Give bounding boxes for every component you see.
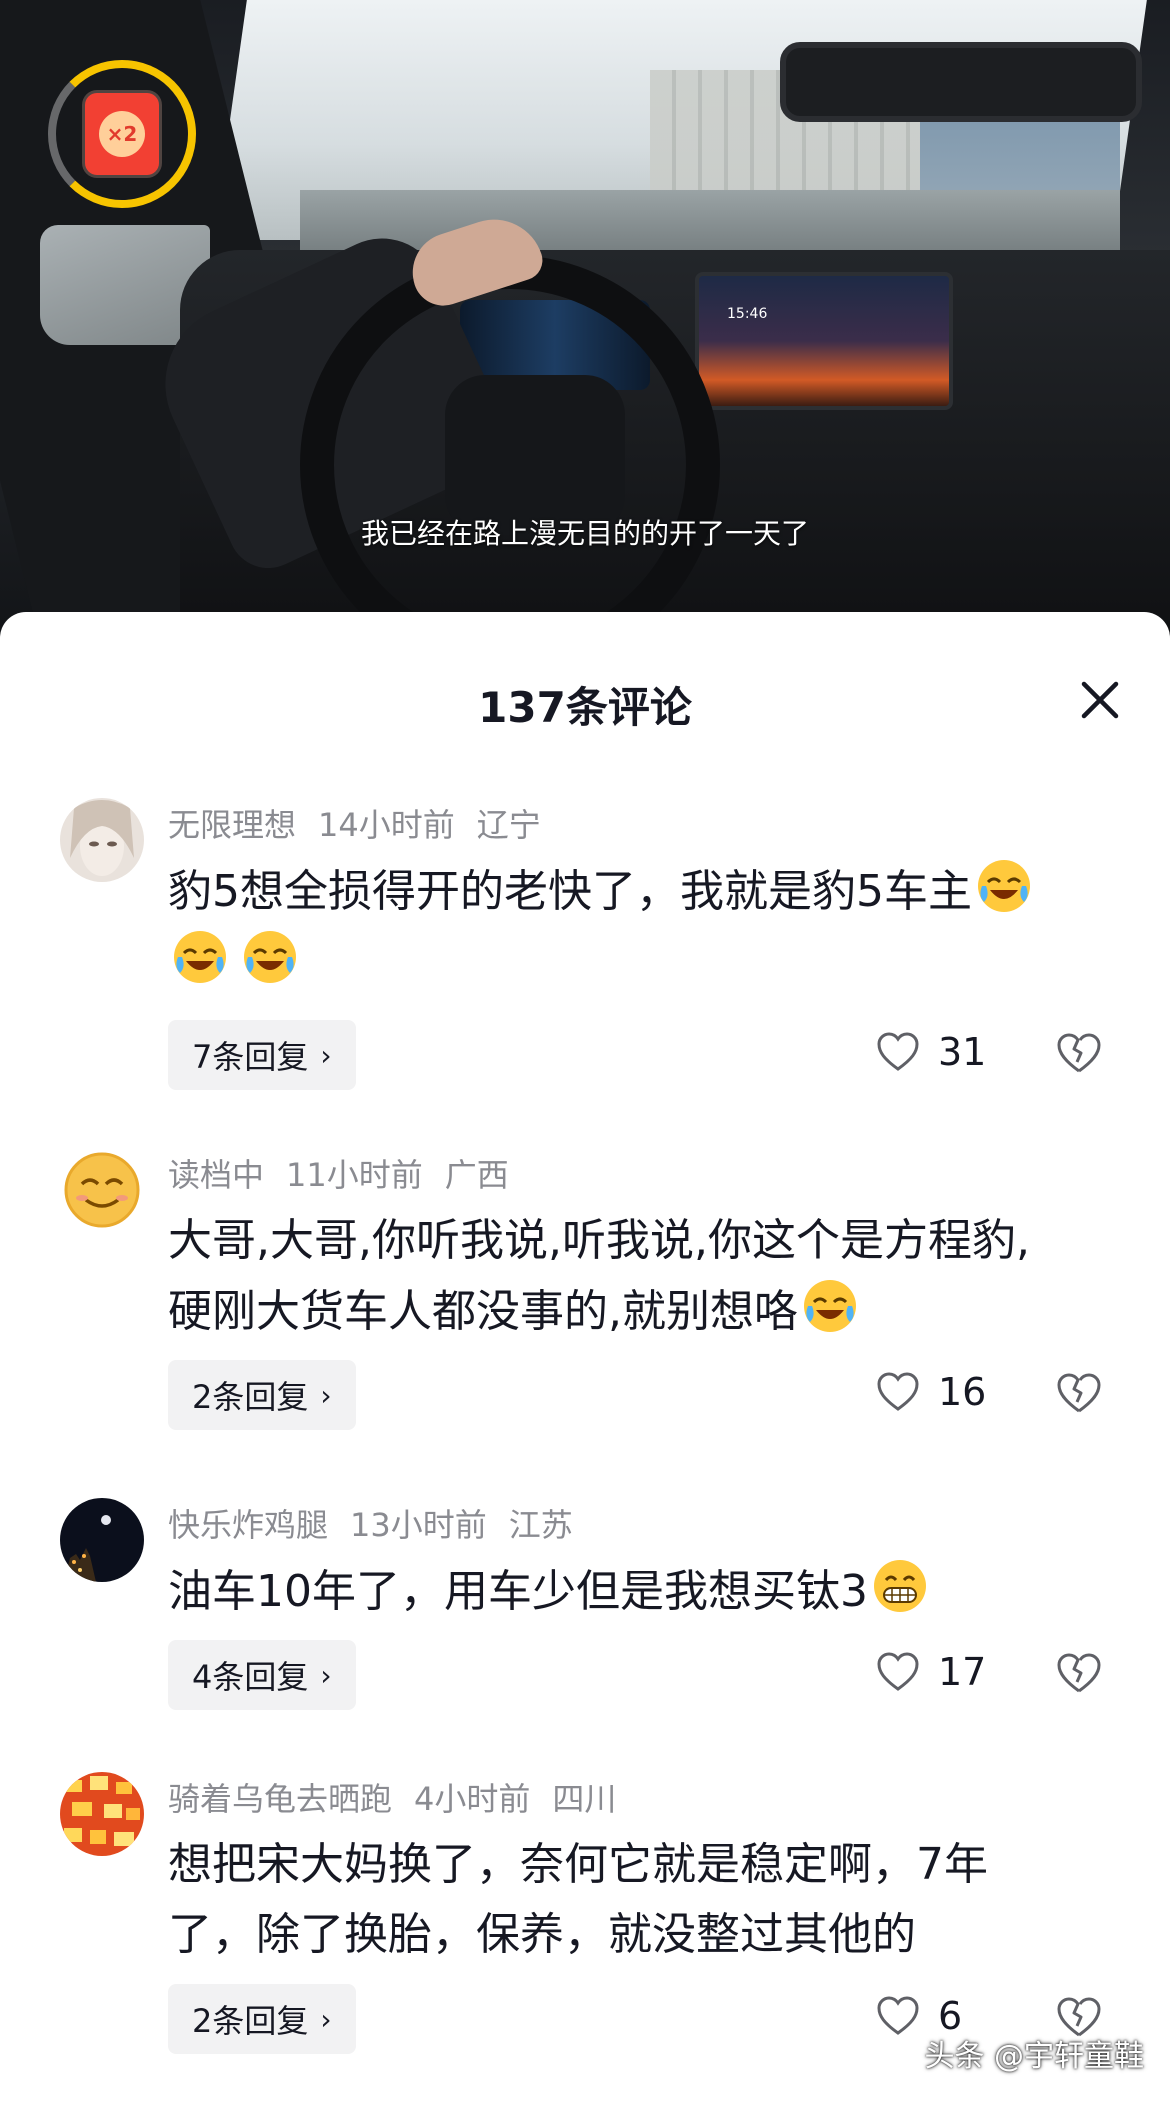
comment-text: 想把宋大妈换了，奈何它就是稳定啊，7年 了，除了换胎，保养，就没整过其他的 (168, 1839, 988, 1960)
comment-meta: 读档中 11小时前 广西 (168, 1150, 531, 1196)
comment-username[interactable]: 无限理想 (168, 806, 296, 844)
video-player[interactable]: 15:46 我已经在路上漫无目的的开了一天了 ×2 (0, 0, 1170, 640)
comment-time: 4小时前 (414, 1780, 531, 1818)
view-replies-button[interactable]: 7条回复 › (168, 1020, 356, 1090)
like-count: 17 (938, 1650, 987, 1694)
video-subtitle: 我已经在路上漫无目的的开了一天了 (360, 517, 809, 550)
infotainment-screen: 15:46 (695, 272, 953, 410)
chevron-right-icon: › (320, 2002, 332, 2036)
comment-count-title: 137条评论 (478, 683, 692, 732)
view-replies-button[interactable]: 2条回复 › (168, 1360, 356, 1430)
comment-text: 大哥,大哥,你听我说,听我说,你这个是方程豹, 硬刚大货车人都没事的,就别想咯 (168, 1215, 1030, 1337)
avatar[interactable] (60, 1148, 144, 1232)
close-icon (1081, 681, 1119, 719)
avatar[interactable] (60, 1498, 144, 1582)
chevron-right-icon: › (320, 1378, 332, 1412)
broken-heart-icon (1057, 1653, 1101, 1693)
screen-clock: 15:46 (727, 306, 768, 322)
close-button[interactable] (1070, 670, 1130, 730)
comment-sheet: 137条评论 无限理想 14小时前辽宁 豹5想全损得开的老快了，我就是豹5车主 (0, 612, 1170, 2105)
broken-heart-icon (1057, 1373, 1101, 1413)
avatar[interactable] (60, 1772, 144, 1856)
comment-meta: 快乐炸鸡腿 13小时前 江苏 (168, 1500, 595, 1546)
comment-username[interactable]: 骑着乌龟去晒跑 (168, 1780, 392, 1818)
comment-sheet-header: 137条评论 (0, 612, 1170, 782)
grinning-emoji-icon (873, 1560, 926, 1612)
rearview-mirror (780, 42, 1142, 122)
chevron-right-icon: › (320, 1658, 332, 1692)
comment-time: 11小时前 (286, 1156, 423, 1194)
comment-location: 广西 (444, 1156, 509, 1194)
comment-location: 辽宁 (476, 806, 541, 844)
laugh-cry-emoji-icon (978, 860, 1030, 912)
like-button[interactable]: 17 (876, 1650, 986, 1694)
dislike-button[interactable] (1056, 1372, 1102, 1418)
laugh-cry-emoji-icon (244, 931, 296, 983)
comment-text: 油车10年了，用车少但是我想买钛3 (168, 1556, 1118, 1627)
heart-icon (877, 1032, 919, 1071)
like-count: 31 (938, 1030, 987, 1074)
view-replies-button[interactable]: 4条回复 › (168, 1640, 356, 1710)
comment-time: 13小时前 (350, 1506, 487, 1544)
laugh-cry-emoji-icon (804, 1280, 856, 1332)
broken-heart-icon (1057, 1033, 1101, 1073)
comment-text: 豹5想全损得开的老快了，我就是豹5车主 (168, 856, 1118, 998)
like-count: 16 (938, 1370, 987, 1414)
chevron-right-icon: › (320, 1038, 332, 1072)
comment-meta: 无限理想 14小时前 辽宁 (168, 800, 563, 846)
comment-username[interactable]: 读档中 (168, 1156, 264, 1194)
dislike-button[interactable] (1056, 1652, 1102, 1698)
like-button[interactable]: 16 (876, 1370, 986, 1414)
laugh-cry-emoji-icon (174, 931, 226, 983)
comment-time: 14小时前 (318, 806, 455, 844)
comment-username[interactable]: 快乐炸鸡腿 (168, 1506, 328, 1544)
heart-icon (877, 1996, 919, 2035)
heart-icon (877, 1652, 919, 1691)
view-replies-button[interactable]: 2条回复 › (168, 1984, 356, 2054)
comment-meta: 骑着乌龟去晒跑 4小时前 四川 (168, 1774, 638, 1820)
steering-hub (445, 375, 625, 535)
avatar[interactable] (60, 798, 144, 882)
watermark: 头条 @宇轩童鞋 (924, 2039, 1144, 2074)
dislike-button[interactable] (1056, 1032, 1102, 1078)
comment-location: 江苏 (508, 1506, 573, 1544)
bonus-multiplier: ×2 (99, 111, 145, 157)
red-packet-icon: ×2 (85, 93, 159, 175)
red-packet-bonus[interactable]: ×2 (48, 60, 196, 208)
heart-icon (877, 1372, 919, 1411)
like-button[interactable]: 31 (876, 1030, 986, 1074)
comment-location: 四川 (552, 1780, 617, 1818)
